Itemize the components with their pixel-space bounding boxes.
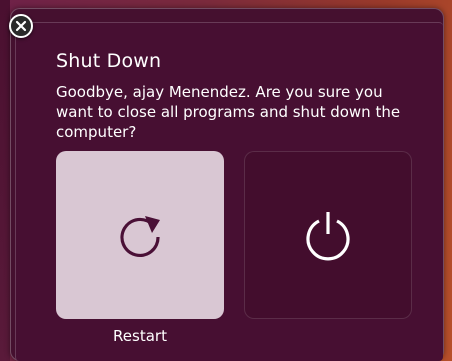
shutdown-button[interactable] [244, 151, 412, 319]
restart-button[interactable] [56, 151, 224, 319]
restart-icon [120, 216, 160, 258]
close-button[interactable] [9, 14, 33, 38]
power-icon [306, 212, 350, 261]
dialog-message: Goodbye, ajay Menendez. Are you sure you… [56, 83, 401, 141]
close-icon [15, 20, 27, 32]
restart-label: Restart [113, 327, 167, 345]
dialog-title: Shut Down [56, 50, 162, 72]
desktop-background-edge [0, 0, 10, 361]
